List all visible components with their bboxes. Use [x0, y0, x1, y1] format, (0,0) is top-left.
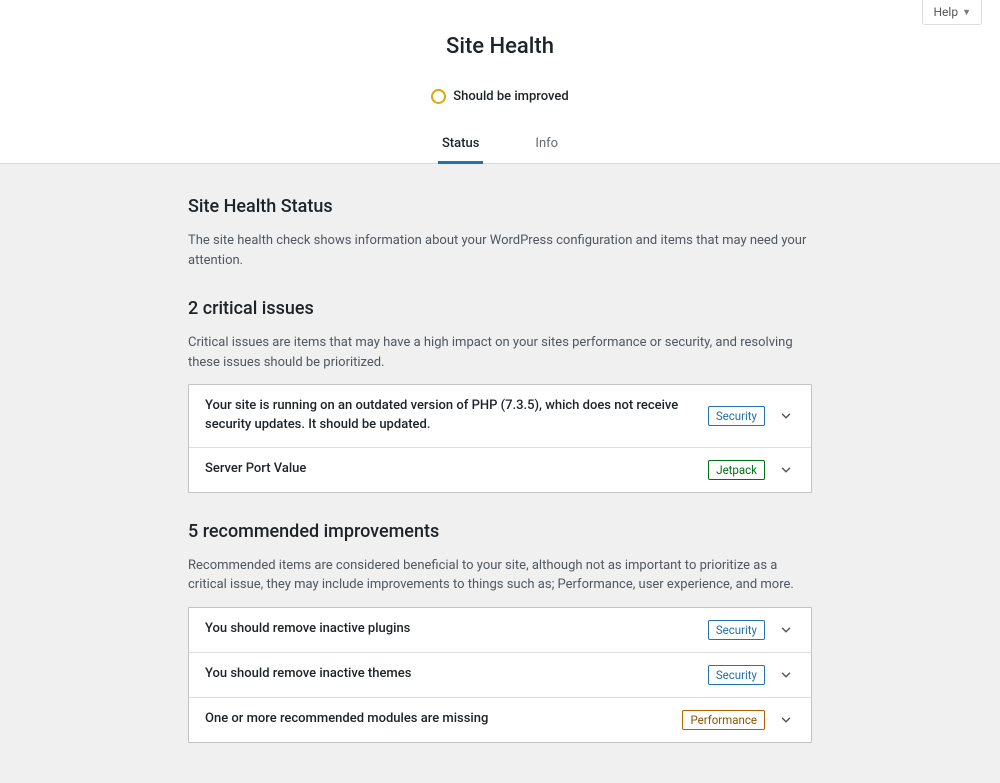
overview-title: Site Health Status: [188, 196, 812, 217]
chevron-down-icon: [777, 621, 795, 639]
issue-badge: Performance: [682, 710, 765, 730]
issue-item[interactable]: You should remove inactive themes Securit…: [189, 652, 811, 697]
status-indicator: Should be improved: [0, 89, 1000, 104]
section-recommended: 5 recommended improvements Recommended i…: [188, 521, 812, 743]
status-text: Should be improved: [453, 89, 568, 104]
page-title: Site Health: [0, 0, 1000, 59]
issue-title: You should remove inactive themes: [205, 665, 696, 684]
issue-item[interactable]: Server Port Value Jetpack: [189, 447, 811, 492]
section-overview: Site Health Status The site health check…: [188, 196, 812, 270]
issue-item[interactable]: Your site is running on an outdated vers…: [189, 385, 811, 447]
help-label: Help: [933, 5, 958, 19]
issue-title: You should remove inactive plugins: [205, 620, 696, 639]
status-circle-icon: [431, 89, 446, 104]
chevron-down-icon: [777, 666, 795, 684]
tab-status[interactable]: Status: [438, 128, 483, 164]
chevron-down-icon: [777, 461, 795, 479]
issue-badge: Security: [708, 406, 765, 426]
issue-title: One or more recommended modules are miss…: [205, 710, 670, 729]
help-tab[interactable]: Help ▼: [922, 0, 982, 25]
critical-issue-list: Your site is running on an outdated vers…: [188, 384, 812, 493]
issue-item[interactable]: One or more recommended modules are miss…: [189, 697, 811, 742]
recommended-issue-list: You should remove inactive plugins Securi…: [188, 607, 812, 743]
issue-title: Server Port Value: [205, 460, 696, 479]
issue-item[interactable]: You should remove inactive plugins Securi…: [189, 608, 811, 652]
chevron-down-icon: [777, 407, 795, 425]
issue-badge: Jetpack: [708, 460, 765, 480]
issue-badge: Security: [708, 665, 765, 685]
tab-info[interactable]: Info: [531, 128, 562, 164]
issue-title: Your site is running on an outdated vers…: [205, 397, 696, 435]
chevron-down-icon: [777, 711, 795, 729]
recommended-title: 5 recommended improvements: [188, 521, 812, 542]
critical-title: 2 critical issues: [188, 298, 812, 319]
overview-desc: The site health check shows information …: [188, 231, 812, 270]
tab-bar: Status Info: [0, 128, 1000, 164]
critical-desc: Critical issues are items that may have …: [188, 333, 812, 372]
recommended-desc: Recommended items are considered benefic…: [188, 556, 812, 595]
section-critical: 2 critical issues Critical issues are it…: [188, 298, 812, 493]
issue-badge: Security: [708, 620, 765, 640]
chevron-down-icon: ▼: [962, 7, 971, 18]
